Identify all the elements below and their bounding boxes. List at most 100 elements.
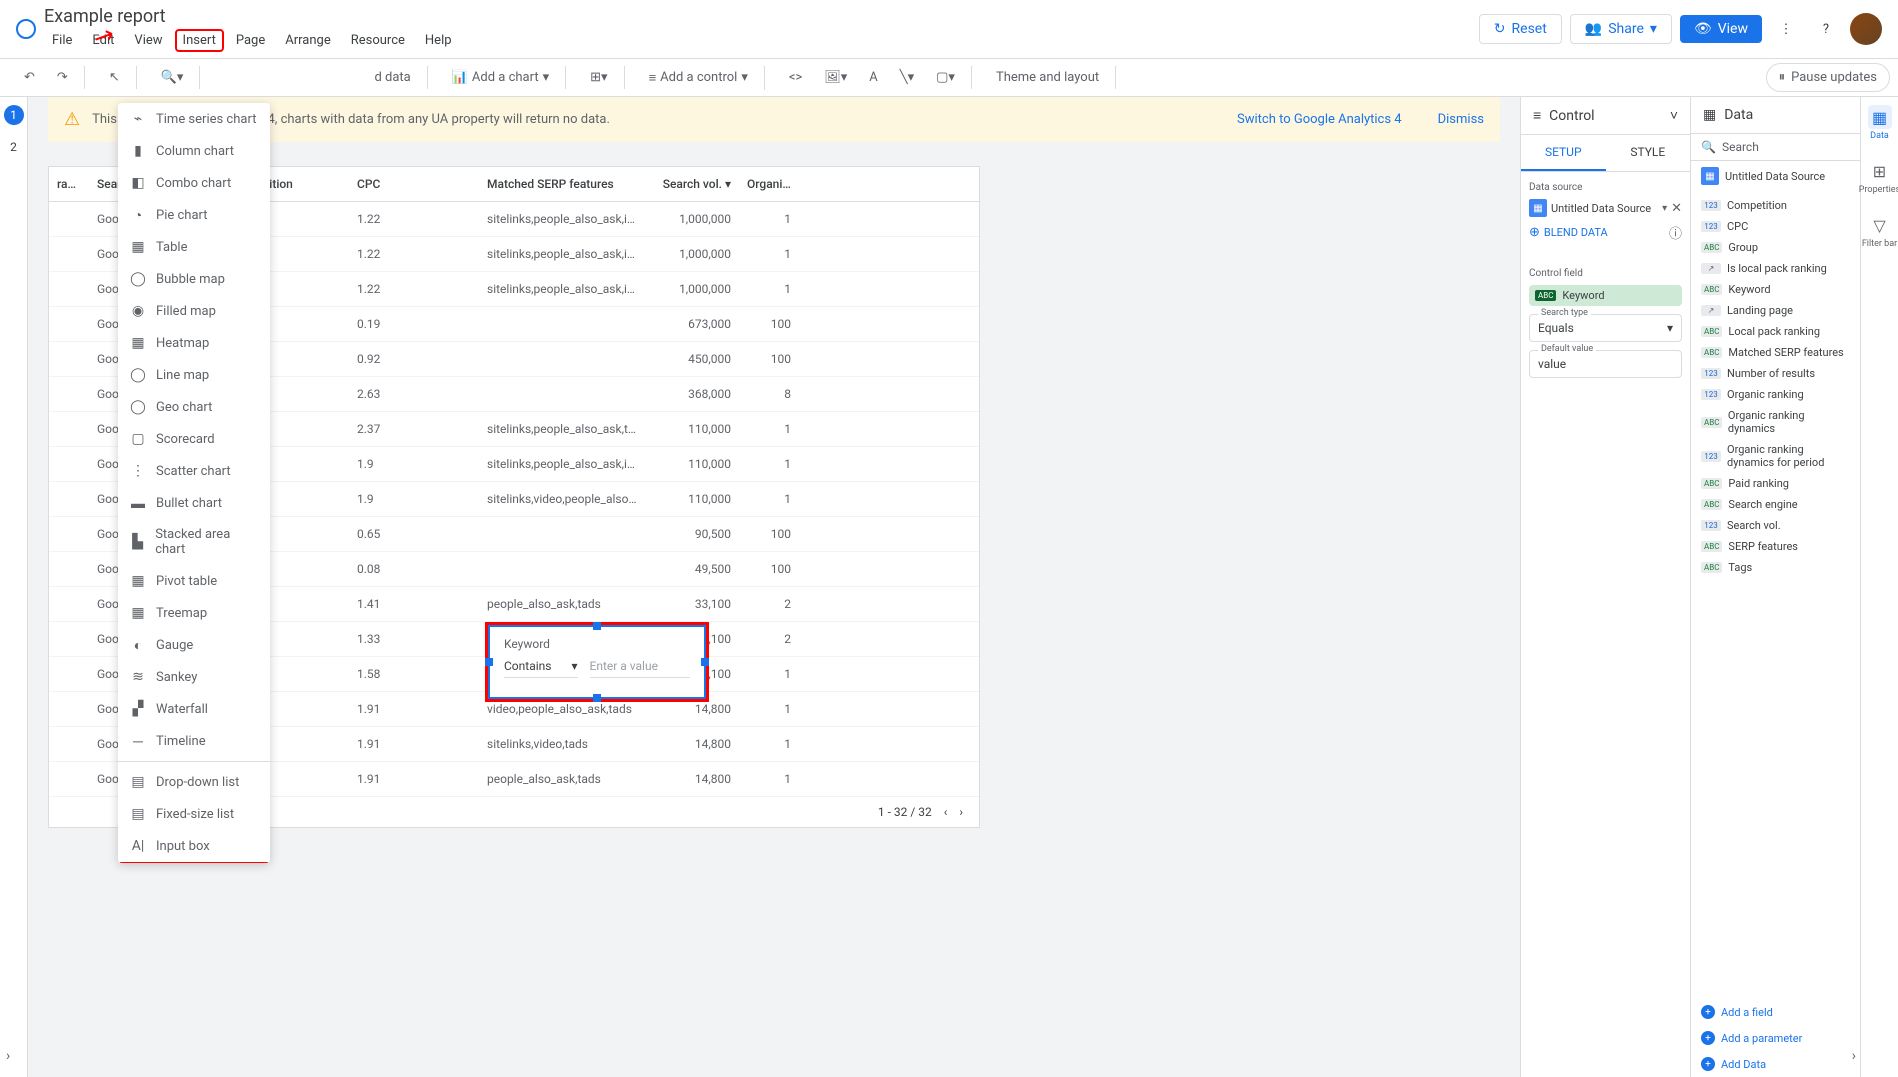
insert-menu-item[interactable]: ◯Geo chart	[118, 391, 270, 423]
page-2-thumb[interactable]: 2	[4, 137, 24, 157]
resize-handle[interactable]	[485, 658, 493, 666]
resize-handle[interactable]	[593, 694, 601, 702]
insert-menu-item[interactable]: A|Input box	[118, 830, 270, 862]
insert-menu-item[interactable]: ▦Heatmap	[118, 327, 270, 359]
insert-menu-item[interactable]: ◯Bubble map	[118, 263, 270, 295]
resize-handle[interactable]	[701, 658, 709, 666]
insert-menu-item[interactable]: ◧Combo chart	[118, 167, 270, 199]
default-value-input[interactable]: Default value value	[1529, 350, 1682, 378]
field-item[interactable]: 123Number of results	[1691, 363, 1860, 384]
dismiss-link[interactable]: Dismiss	[1438, 112, 1484, 127]
add-control-button[interactable]: ≡ Add a control ▾	[641, 66, 756, 90]
share-button[interactable]: 👥 Share ▾	[1570, 14, 1672, 44]
image-icon[interactable]: 🖼▾	[816, 66, 855, 89]
menu-arrange[interactable]: Arrange	[277, 29, 338, 52]
blend-add-icon[interactable]: ⊕	[1529, 225, 1540, 240]
datasource-name[interactable]: Untitled Data Source	[1551, 202, 1658, 215]
text-icon[interactable]: A	[861, 66, 885, 89]
insert-menu-item[interactable]: ▦Pivot table	[118, 565, 270, 597]
table-header-cell[interactable]: ra…	[49, 167, 89, 201]
add-data-link[interactable]: +Add Data	[1691, 1051, 1860, 1077]
menu-resource[interactable]: Resource	[343, 29, 413, 52]
filter-bar-rail-tab[interactable]: ▽Filter bar	[1862, 213, 1897, 249]
view-button[interactable]: 👁 View	[1680, 15, 1762, 43]
user-avatar[interactable]	[1850, 13, 1882, 45]
pause-updates-button[interactable]: ⏸ Pause updates	[1766, 63, 1890, 92]
insert-menu-item[interactable]: ▮Column chart	[118, 135, 270, 167]
prev-page-icon[interactable]: ‹	[944, 805, 948, 819]
table-header-cell[interactable]: Organic…	[739, 167, 799, 201]
insert-menu-item[interactable]: ▦Treemap	[118, 597, 270, 629]
switch-ga4-link[interactable]: Switch to Google Analytics 4	[1237, 112, 1402, 127]
field-item[interactable]: ABCLocal pack ranking	[1691, 321, 1860, 342]
filter-value-input[interactable]: Enter a value	[590, 659, 690, 678]
field-item[interactable]: ↗Landing page	[1691, 300, 1860, 321]
menu-view[interactable]: View	[126, 29, 170, 52]
field-item[interactable]: ABCOrganic ranking dynamics	[1691, 405, 1860, 439]
table-header-cell[interactable]: Matched SERP features	[479, 167, 649, 201]
page-1-thumb[interactable]: 1	[4, 105, 24, 125]
insert-menu-item[interactable]: ▢Scorecard	[118, 423, 270, 455]
blend-data-link[interactable]: BLEND DATA	[1544, 226, 1608, 239]
insert-menu-item[interactable]: ⋮Scatter chart	[118, 455, 270, 487]
insert-menu-item[interactable]: ▦Table	[118, 231, 270, 263]
field-item[interactable]: 123Search vol.	[1691, 515, 1860, 536]
panel-dropdown-icon[interactable]: ˅	[1670, 107, 1678, 124]
field-item[interactable]: ABCMatched SERP features	[1691, 342, 1860, 363]
insert-menu-item[interactable]: ◔Pie chart	[118, 199, 270, 231]
advanced-filter-control[interactable]: Keyword Contains ▾ Enter a value	[488, 625, 706, 699]
menu-edit[interactable]: Edit	[84, 29, 122, 52]
insert-menu-item[interactable]: ◐Gauge	[118, 629, 270, 661]
collapse-rail-icon[interactable]: ›	[1852, 1048, 1856, 1064]
field-item[interactable]: 123Competition	[1691, 195, 1860, 216]
expand-rail-icon[interactable]: ›	[6, 1048, 10, 1064]
next-page-icon[interactable]: ›	[959, 805, 963, 819]
insert-menu-item[interactable]: ⌁Time series chart	[118, 103, 270, 135]
insert-menu-item[interactable]: ▞Waterfall	[118, 693, 270, 725]
table-header-cell[interactable]: CPC	[349, 167, 479, 201]
field-item[interactable]: ABCKeyword	[1691, 279, 1860, 300]
field-item[interactable]: ABCSERP features	[1691, 536, 1860, 557]
reset-button[interactable]: ↻ Reset	[1479, 14, 1562, 44]
menu-help[interactable]: Help	[417, 29, 460, 52]
shape-icon[interactable]: ▢▾	[928, 66, 963, 89]
insert-menu-item[interactable]: ─Timeline	[118, 725, 270, 757]
help-icon[interactable]: ?	[1810, 13, 1842, 45]
community-viz-icon[interactable]: ⊞▾	[582, 66, 615, 89]
search-type-select[interactable]: Search type Equals▾	[1529, 314, 1682, 342]
field-item[interactable]: ↗Is local pack ranking	[1691, 258, 1860, 279]
datasource-header[interactable]: ▦ Untitled Data Source	[1691, 161, 1860, 191]
undo-icon[interactable]: ↶	[16, 66, 43, 89]
menu-insert[interactable]: Insert	[175, 29, 224, 52]
style-tab[interactable]: STYLE	[1606, 135, 1691, 171]
insert-menu-item[interactable]: ≡Advanced filter	[120, 862, 268, 863]
insert-menu-item[interactable]: ▤Drop-down list	[118, 766, 270, 798]
menu-page[interactable]: Page	[228, 29, 273, 52]
field-item[interactable]: 123CPC	[1691, 216, 1860, 237]
redo-icon[interactable]: ↷	[49, 66, 76, 89]
table-header-cell[interactable]: Search vol. ▾	[649, 167, 739, 201]
datasource-dropdown-icon[interactable]: ▾	[1662, 203, 1667, 214]
document-title[interactable]: Example report	[44, 6, 1479, 27]
field-item[interactable]: ABCGroup	[1691, 237, 1860, 258]
field-item[interactable]: 123Organic ranking	[1691, 384, 1860, 405]
control-field-chip[interactable]: ABC Keyword	[1529, 285, 1682, 306]
field-item[interactable]: 123Organic ranking dynamics for period	[1691, 439, 1860, 473]
insert-menu-item[interactable]: ▤Fixed-size list	[118, 798, 270, 830]
menu-file[interactable]: File	[44, 29, 80, 52]
data-rail-tab[interactable]: ▦Data	[1868, 105, 1892, 141]
line-icon[interactable]: ╲▾	[892, 66, 922, 89]
datasource-remove-icon[interactable]: ✕	[1671, 201, 1682, 216]
add-parameter-link[interactable]: +Add a parameter	[1691, 1025, 1860, 1051]
insert-menu-item[interactable]: ◯Line map	[118, 359, 270, 391]
add-data-button[interactable]: d data	[366, 66, 418, 89]
field-search-input[interactable]: 🔍 Search	[1691, 134, 1860, 161]
insert-menu-item[interactable]: ◉Filled map	[118, 295, 270, 327]
add-chart-button[interactable]: 📊 Add a chart ▾	[444, 66, 557, 89]
more-icon[interactable]: ⋮	[1770, 13, 1802, 45]
insert-menu-item[interactable]: ▬Bullet chart	[118, 487, 270, 519]
url-embed-icon[interactable]: <>	[781, 66, 810, 89]
insert-menu-item[interactable]: ▙Stacked area chart	[118, 519, 270, 565]
theme-button[interactable]: Theme and layout	[988, 66, 1107, 89]
resize-handle[interactable]	[593, 622, 601, 630]
